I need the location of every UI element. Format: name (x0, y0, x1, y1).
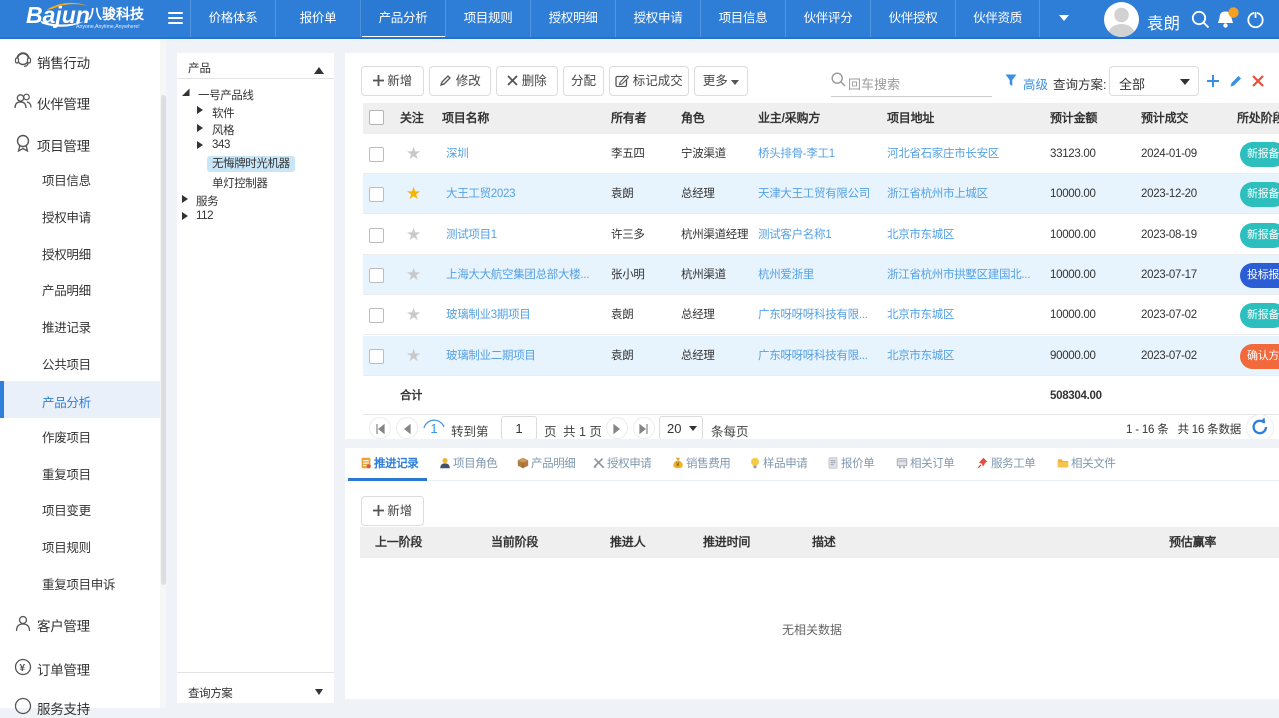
svg-text:八骏科技: 八骏科技 (87, 6, 145, 22)
svg-text:Anyone,Anytime,Anywhere!: Anyone,Anytime,Anywhere! (76, 24, 140, 30)
svg-text:¥: ¥ (20, 663, 26, 674)
